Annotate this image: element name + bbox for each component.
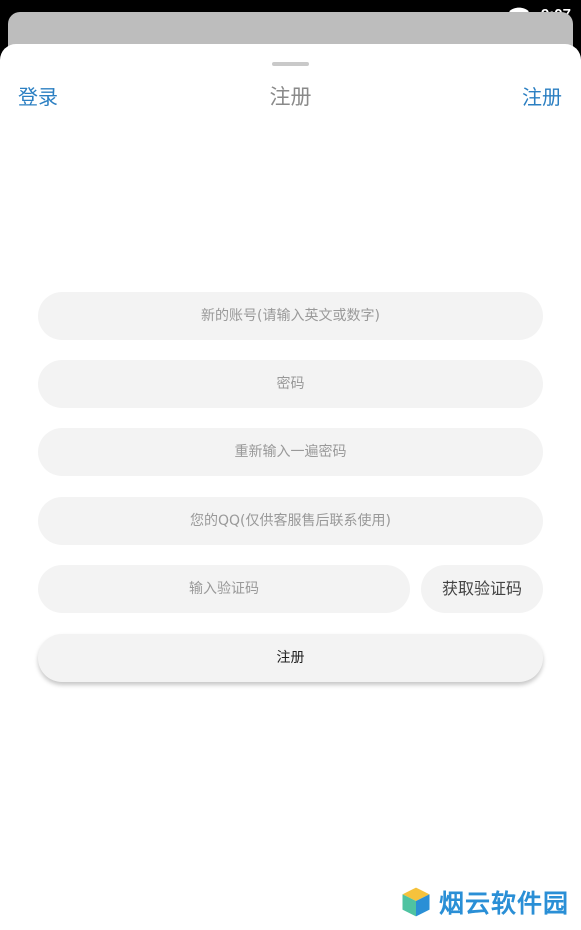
page-title: 注册 (269, 85, 312, 109)
qq-input[interactable] (38, 497, 543, 545)
verification-code-input[interactable] (38, 565, 410, 613)
cube-logo-icon (401, 886, 431, 918)
drag-handle[interactable] (272, 62, 309, 66)
confirm-password-input[interactable] (38, 428, 543, 476)
register-submit-button[interactable]: 注册 (38, 634, 543, 682)
register-sheet: 登录 注册 注册 获取验证码 注册 烟云软件园 (0, 44, 581, 930)
get-code-button[interactable]: 获取验证码 (421, 565, 543, 613)
watermark-text: 烟云软件园 (438, 889, 569, 918)
watermark: 烟云软件园 (399, 882, 569, 922)
register-link[interactable]: 注册 (522, 84, 562, 110)
password-input[interactable] (38, 360, 543, 408)
account-input[interactable] (38, 292, 543, 340)
